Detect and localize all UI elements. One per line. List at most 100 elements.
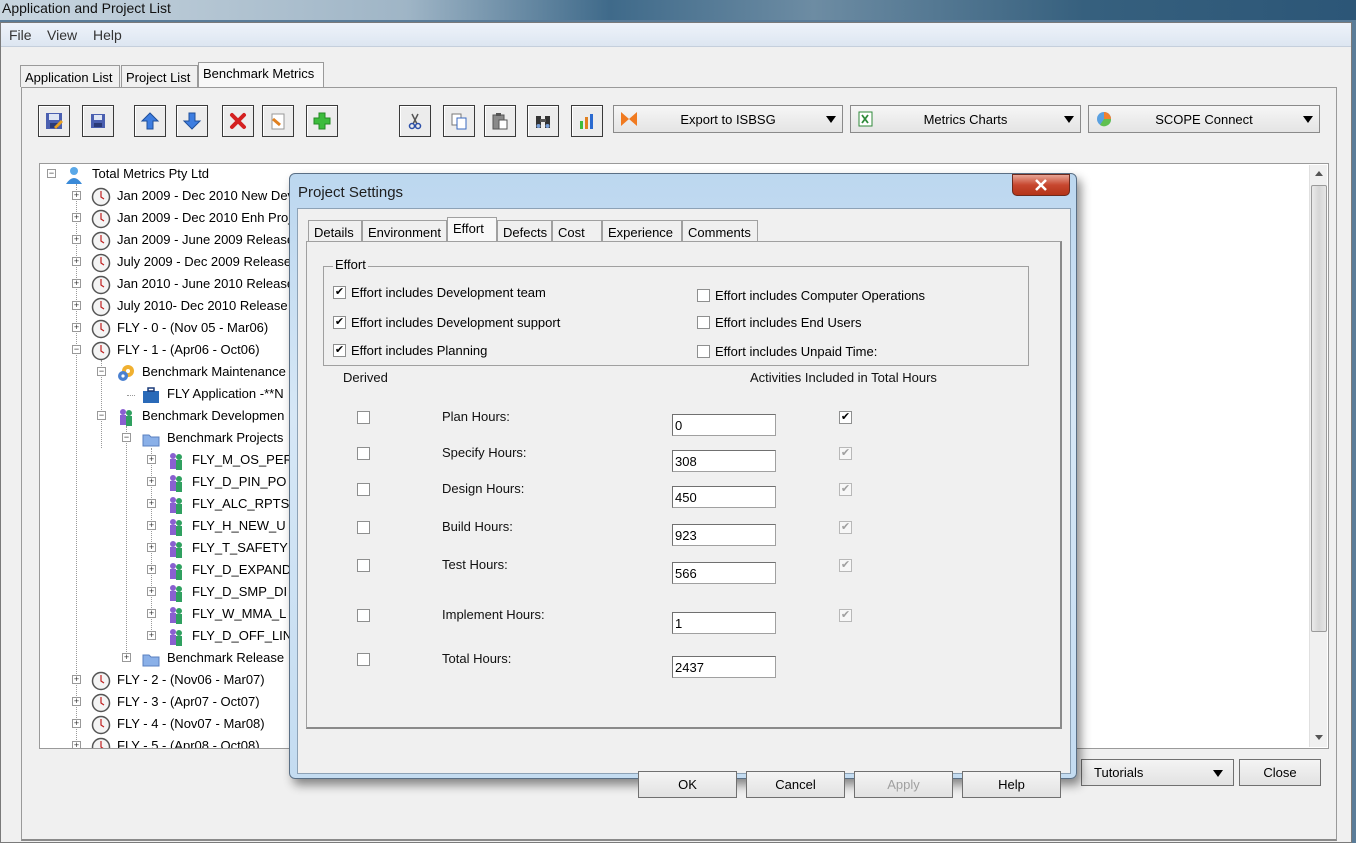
add-button[interactable]	[306, 105, 338, 137]
derived-checkbox[interactable]	[357, 483, 370, 496]
apply-button[interactable]: Apply	[854, 771, 953, 798]
expand-icon[interactable]: +	[147, 565, 156, 574]
effort-option-checkbox[interactable]	[697, 316, 710, 329]
hours-label: Implement Hours:	[442, 607, 545, 622]
expand-icon[interactable]: +	[72, 213, 81, 222]
copy-button[interactable]	[443, 105, 475, 137]
hours-input[interactable]: 923	[672, 524, 776, 546]
expand-icon[interactable]: +	[72, 719, 81, 728]
collapse-icon[interactable]: −	[97, 411, 106, 420]
tab-environment[interactable]: Environment	[362, 220, 447, 241]
effort-option-checkbox[interactable]: ✔	[333, 316, 346, 329]
tab-experience[interactable]: Experience	[602, 220, 682, 241]
effort-option-checkbox[interactable]	[697, 345, 710, 358]
tree-scrollbar[interactable]	[1309, 165, 1327, 747]
save-as-button[interactable]	[38, 105, 70, 137]
cancel-button[interactable]: Cancel	[746, 771, 845, 798]
expand-icon[interactable]: +	[147, 455, 156, 464]
chart-button[interactable]	[571, 105, 603, 137]
included-in-total-checkbox[interactable]: ✔	[839, 483, 852, 496]
move-up-button[interactable]	[134, 105, 166, 137]
derived-checkbox[interactable]	[357, 411, 370, 424]
tree-label: FLY - 3 - (Apr07 - Oct07)	[117, 694, 260, 709]
clock-icon	[91, 253, 111, 273]
move-down-button[interactable]	[176, 105, 208, 137]
expand-icon[interactable]: +	[72, 257, 81, 266]
scroll-down-icon[interactable]	[1315, 735, 1323, 740]
effort-option-checkbox[interactable]: ✔	[333, 344, 346, 357]
paste-button[interactable]	[484, 105, 516, 137]
chevron-down-icon	[1064, 116, 1074, 123]
clock-icon	[91, 341, 111, 361]
dialog-close-button[interactable]	[1012, 174, 1070, 196]
expand-icon[interactable]: +	[147, 521, 156, 530]
included-in-total-checkbox[interactable]: ✔	[839, 609, 852, 622]
expand-icon[interactable]: +	[147, 587, 156, 596]
expand-icon[interactable]: +	[72, 235, 81, 244]
effort-option-label: Effort includes Unpaid Time:	[715, 344, 878, 359]
tab-cost[interactable]: Cost	[552, 220, 602, 241]
expand-icon[interactable]: +	[72, 675, 81, 684]
derived-checkbox[interactable]	[357, 521, 370, 534]
scope-connect-dropdown[interactable]: SCOPE Connect	[1088, 105, 1320, 133]
expand-icon[interactable]: +	[147, 477, 156, 486]
included-in-total-checkbox[interactable]: ✔	[839, 411, 852, 424]
expand-icon[interactable]: +	[72, 697, 81, 706]
included-in-total-checkbox[interactable]: ✔	[839, 559, 852, 572]
ok-button[interactable]: OK	[638, 771, 737, 798]
menu-file[interactable]: File	[9, 27, 32, 43]
clock-icon	[91, 693, 111, 713]
delete-button[interactable]	[222, 105, 254, 137]
hours-input[interactable]: 308	[672, 450, 776, 472]
collapse-icon[interactable]: −	[97, 367, 106, 376]
expand-icon[interactable]: +	[72, 279, 81, 288]
tab-application-list[interactable]: Application List	[20, 65, 120, 87]
tab-project-list[interactable]: Project List	[121, 65, 198, 87]
expand-icon[interactable]: +	[122, 653, 131, 662]
tab-defects[interactable]: Defects	[497, 220, 552, 241]
hours-input[interactable]: 1	[672, 612, 776, 634]
tab-details[interactable]: Details	[308, 220, 362, 241]
collapse-icon[interactable]: −	[122, 433, 131, 442]
collapse-icon[interactable]: −	[72, 345, 81, 354]
cut-button[interactable]	[399, 105, 431, 137]
expand-icon[interactable]: +	[72, 191, 81, 200]
derived-checkbox[interactable]	[357, 447, 370, 460]
expand-icon[interactable]: +	[72, 741, 81, 748]
hours-input[interactable]: 566	[672, 562, 776, 584]
expand-icon[interactable]: +	[147, 631, 156, 640]
hours-input[interactable]: 450	[672, 486, 776, 508]
find-button[interactable]	[527, 105, 559, 137]
expand-icon[interactable]: +	[147, 609, 156, 618]
tab-effort[interactable]: Effort	[447, 217, 497, 242]
tree-label: FLY Application -**N	[167, 386, 284, 401]
menu-help[interactable]: Help	[93, 27, 122, 43]
derived-checkbox[interactable]	[357, 559, 370, 572]
collapse-icon[interactable]: −	[47, 169, 56, 178]
derived-checkbox[interactable]	[357, 609, 370, 622]
metrics-charts-dropdown[interactable]: Metrics Charts	[850, 105, 1081, 133]
close-button[interactable]: Close	[1239, 759, 1321, 786]
scrollbar-thumb[interactable]	[1311, 185, 1327, 632]
included-in-total-checkbox[interactable]: ✔	[839, 521, 852, 534]
hours-input[interactable]: 2437	[672, 656, 776, 678]
export-to-isbsg-dropdown[interactable]: Export to ISBSG	[613, 105, 843, 133]
expand-icon[interactable]: +	[72, 323, 81, 332]
effort-option-label: Effort includes End Users	[715, 315, 862, 330]
tab-benchmark-metrics[interactable]: Benchmark Metrics	[198, 62, 324, 88]
edit-button[interactable]	[262, 105, 294, 137]
scroll-up-icon[interactable]	[1315, 171, 1323, 176]
menu-view[interactable]: View	[47, 27, 77, 43]
effort-option-checkbox[interactable]	[697, 289, 710, 302]
save-button[interactable]	[82, 105, 114, 137]
effort-option-checkbox[interactable]: ✔	[333, 286, 346, 299]
hours-input[interactable]: 0	[672, 414, 776, 436]
expand-icon[interactable]: +	[147, 543, 156, 552]
expand-icon[interactable]: +	[72, 301, 81, 310]
included-in-total-checkbox[interactable]: ✔	[839, 447, 852, 460]
derived-checkbox[interactable]	[357, 653, 370, 666]
help-button[interactable]: Help	[962, 771, 1061, 798]
expand-icon[interactable]: +	[147, 499, 156, 508]
tab-comments[interactable]: Comments	[682, 220, 758, 241]
tutorials-dropdown[interactable]: Tutorials	[1081, 759, 1234, 786]
